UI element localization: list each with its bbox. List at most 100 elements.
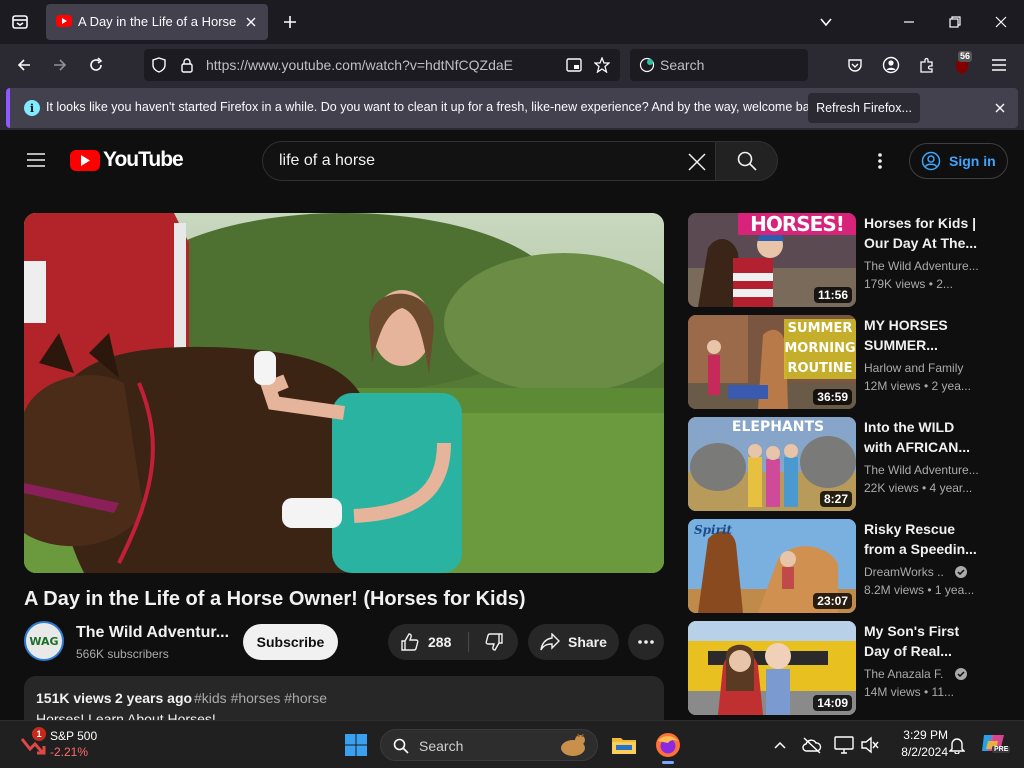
dislike-button[interactable] [469, 624, 518, 660]
yt-search-input[interactable]: life of a horse [262, 141, 716, 181]
recommendation-title[interactable]: Horses for Kids | Our Day At The... [864, 213, 984, 253]
recommendation-title[interactable]: Risky Rescue from a Speedin... [864, 519, 984, 559]
site-security-icon[interactable] [178, 56, 196, 74]
new-tab-button[interactable] [278, 10, 302, 34]
search-engine-icon[interactable] [638, 56, 656, 74]
ublock-extension-button[interactable]: 56 [950, 51, 976, 77]
thumbs-up-icon [401, 633, 419, 651]
puzzle-icon [920, 57, 933, 73]
tab-close-button[interactable] [242, 13, 260, 31]
picture-in-picture-button[interactable] [564, 56, 584, 74]
notification-close-button[interactable] [992, 100, 1008, 116]
tab-active[interactable]: A Day in the Life of a Horse Ow [46, 4, 268, 40]
bell-icon [949, 738, 965, 754]
sign-in-label: Sign in [949, 153, 996, 169]
recommendation-channel[interactable]: The Wild Adventure... [864, 259, 979, 273]
recommendation-thumbnail[interactable]: Spirit 23:07 [688, 519, 856, 613]
channel-avatar[interactable]: WAG [24, 621, 64, 661]
youtube-favicon-icon [56, 15, 72, 27]
chevron-up-icon [774, 741, 786, 749]
description-preview: Horses! Learn About Horses! [36, 711, 216, 720]
volume-tray-icon-button[interactable] [858, 733, 882, 757]
notification-box: i It looks like you haven't started Fire… [6, 88, 1018, 128]
notifications-button[interactable] [946, 734, 968, 756]
clock-time: 3:29 PM [903, 728, 948, 742]
chevron-down-icon [820, 18, 832, 27]
url-bar[interactable]: https://www.youtube.com/watch?v=hdtNfCQZ… [144, 49, 620, 81]
minimize-button[interactable] [894, 10, 924, 34]
app-menu-button[interactable] [986, 53, 1012, 77]
thumbnail-text: Spirit [694, 523, 733, 537]
firefox-taskbar-button[interactable] [654, 731, 682, 764]
video-duration: 8:27 [819, 491, 852, 507]
sign-in-button[interactable]: Sign in [909, 143, 1008, 179]
video-player[interactable] [24, 213, 664, 573]
thumbnail-text: ELEPHANTS [731, 419, 825, 435]
file-explorer-button[interactable] [610, 731, 638, 759]
guide-menu-button[interactable] [22, 148, 50, 172]
pocket-button[interactable] [842, 53, 868, 77]
recommendation-thumbnail[interactable]: HORSES! 11:56 [688, 213, 856, 307]
extensions-button[interactable] [914, 53, 940, 77]
close-icon [995, 103, 1005, 113]
account-button[interactable] [878, 53, 904, 77]
bookmark-star-button[interactable] [592, 56, 612, 74]
shield-icon [152, 57, 166, 73]
recommendation-meta: 14M views • 11... [864, 685, 955, 699]
video-title: A Day in the Life of a Horse Owner! (Hor… [24, 588, 526, 610]
clear-search-button[interactable] [683, 148, 711, 176]
recommendation-channel[interactable]: The Anazala F... [864, 667, 944, 681]
recommendation-thumbnail[interactable]: SUMMER MORNING ROUTINE 36:59 [688, 315, 856, 409]
thumbnail-text: SUMMER MORNING ROUTINE [784, 319, 856, 379]
copilot-button[interactable]: PRE [980, 731, 1011, 759]
channel-name[interactable]: The Wild Adventur... [76, 624, 229, 642]
show-hidden-icons-button[interactable] [770, 735, 790, 755]
windows-logo-icon [345, 734, 367, 756]
stock-widget[interactable]: 1 S&P 500 -2.21% [16, 727, 126, 763]
forward-button[interactable] [46, 52, 74, 78]
more-actions-button[interactable] [628, 624, 664, 660]
clock[interactable]: 3:29 PM 8/2/2024 [888, 727, 948, 763]
subscribe-button[interactable]: Subscribe [243, 624, 338, 660]
reload-button[interactable] [82, 52, 110, 78]
list-all-tabs-button[interactable] [814, 10, 838, 34]
picture-in-picture-icon [566, 58, 582, 72]
share-button[interactable]: Share [528, 624, 619, 660]
refresh-firefox-button[interactable]: Refresh Firefox... [808, 93, 920, 123]
recommendation-title[interactable]: Into the WILD with AFRICAN... [864, 417, 984, 457]
share-label: Share [568, 634, 607, 650]
extension-badge: 56 [958, 51, 973, 62]
recommendation-channel[interactable]: DreamWorks ... [864, 565, 944, 579]
start-button[interactable] [344, 733, 368, 757]
taskbar-search[interactable]: Search [380, 729, 598, 761]
recommendation-channel[interactable]: The Wild Adventure... [864, 463, 979, 477]
yt-search-query[interactable]: life of a horse [279, 152, 375, 170]
channel-avatar-text: WAG [29, 634, 59, 648]
display-tray-icon-button[interactable] [832, 733, 856, 757]
tracking-protection-icon[interactable] [150, 56, 168, 74]
tab-list-icon [12, 15, 28, 29]
recommendation-thumbnail[interactable]: 14:09 [688, 621, 856, 715]
like-dislike-segment: 288 [388, 624, 518, 660]
hamburger-menu-icon [27, 153, 45, 167]
yt-search-button[interactable] [716, 141, 778, 181]
youtube-logo-text: YouTube [103, 148, 184, 171]
recommendation-meta: 179K views • 2... [864, 277, 953, 291]
network-tray-icon-button[interactable] [800, 733, 824, 757]
recommendation-title[interactable]: MY HORSES SUMMER... [864, 315, 984, 355]
stock-change: -2.21% [50, 745, 89, 759]
recommendation-title[interactable]: My Son's First Day of Real... [864, 621, 984, 661]
back-button[interactable] [10, 52, 38, 78]
url-text[interactable]: https://www.youtube.com/watch?v=hdtNfCQZ… [206, 57, 513, 73]
like-button[interactable]: 288 [388, 624, 468, 660]
close-window-button[interactable] [986, 10, 1016, 34]
verified-badge-icon [955, 566, 967, 578]
search-box[interactable]: Search [630, 49, 808, 81]
tab-list-button[interactable] [6, 8, 34, 36]
hashtags[interactable]: #kids #horses #horse [194, 690, 327, 706]
restore-button[interactable] [940, 10, 970, 34]
recommendation-channel[interactable]: Harlow and Family [864, 361, 963, 375]
recommendation-thumbnail[interactable]: ELEPHANTS 8:27 [688, 417, 856, 511]
settings-more-button[interactable] [868, 148, 892, 174]
description-box[interactable]: 151K views 2 years ago #kids #horses #ho… [24, 676, 664, 720]
